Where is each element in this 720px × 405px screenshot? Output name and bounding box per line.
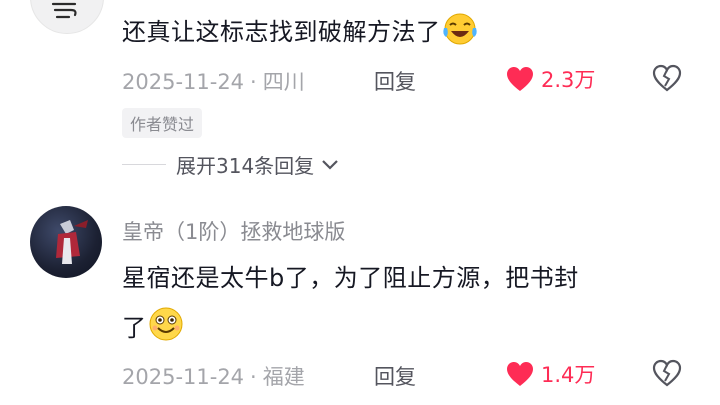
heart-filled-icon: [507, 362, 533, 386]
comment-location: 福建: [262, 365, 305, 389]
expand-replies-label: 展开314条回复: [176, 154, 315, 178]
chevron-down-icon: [322, 159, 338, 170]
laughing-tears-emoji-icon: [442, 13, 477, 45]
comment-text: 还真让这标志找到破解方法了: [122, 12, 479, 47]
reply-button[interactable]: 回复: [374, 66, 416, 96]
avatar-figure-icon: [56, 220, 88, 264]
author-liked-tag: 作者赞过: [122, 108, 203, 138]
expand-replies[interactable]: 展开314条回复: [122, 150, 340, 179]
like-button[interactable]: 2.3万: [505, 64, 595, 94]
like-count: 2.3万: [541, 68, 596, 92]
comment-date: 2025-11-24: [122, 70, 245, 94]
heart-filled-icon: [507, 67, 533, 91]
avatar[interactable]: [30, 0, 104, 34]
like-button[interactable]: 1.4万: [505, 359, 595, 389]
dislike-button[interactable]: [652, 64, 682, 96]
comment-location: 四川: [262, 70, 305, 94]
avatar[interactable]: [30, 206, 102, 278]
comment-text: 星宿还是太牛b了，为了阻止方源，把书封: [122, 264, 579, 292]
like-count: 1.4万: [541, 363, 596, 387]
broken-heart-icon: [652, 359, 682, 387]
comment-meta: 2025-11-24 · 四川: [122, 70, 305, 94]
comment-text-line2: 了: [122, 306, 185, 343]
comment-text-content: 了: [122, 314, 147, 342]
broken-heart-icon: [652, 64, 682, 92]
smile-emoji-icon: [149, 307, 182, 341]
comment-text-content: 还真让这标志找到破解方法了: [122, 18, 441, 46]
expand-divider: [122, 164, 166, 165]
avatar-lines-icon: [51, 2, 77, 19]
dislike-button[interactable]: [652, 359, 682, 391]
comment-date: 2025-11-24: [122, 365, 245, 389]
comment-meta: 2025-11-24 · 福建: [122, 365, 305, 389]
reply-button[interactable]: 回复: [374, 361, 416, 391]
comment-username[interactable]: 皇帝（1阶）拯救地球版: [122, 216, 345, 246]
